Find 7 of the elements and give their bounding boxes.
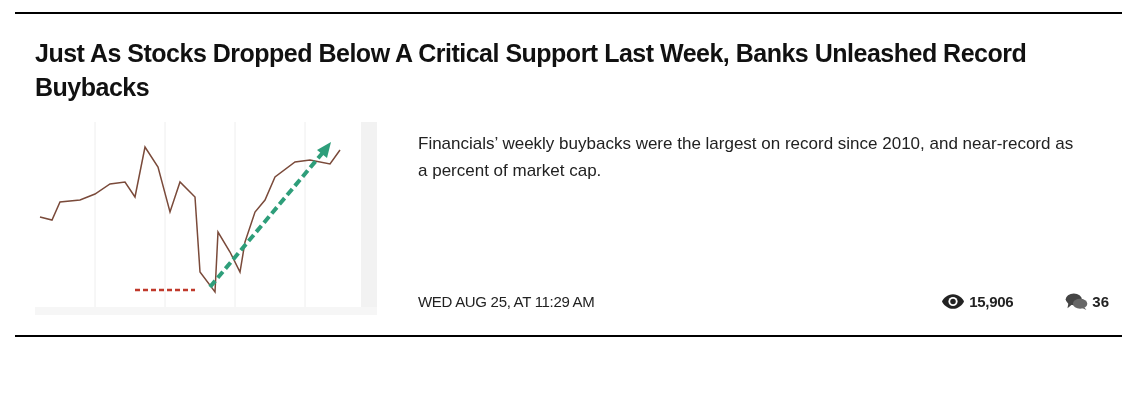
eye-icon	[942, 294, 965, 310]
view-count: 15,906	[969, 291, 1014, 312]
article-summary: Financials’ weekly buybacks were the largest on record since 2010, and near-record as a percent of market cap.	[418, 133, 1075, 182]
comment-count[interactable]: 36	[1092, 290, 1109, 313]
publish-date: WED AUG 25, AT 11:29 AM	[418, 291, 595, 312]
speech-bubbles-icon[interactable]	[1065, 292, 1089, 311]
article-title[interactable]: Just As Stocks Dropped Below A Critical Support Last Week, Banks Unleashed Record Buybacks	[35, 36, 1035, 104]
